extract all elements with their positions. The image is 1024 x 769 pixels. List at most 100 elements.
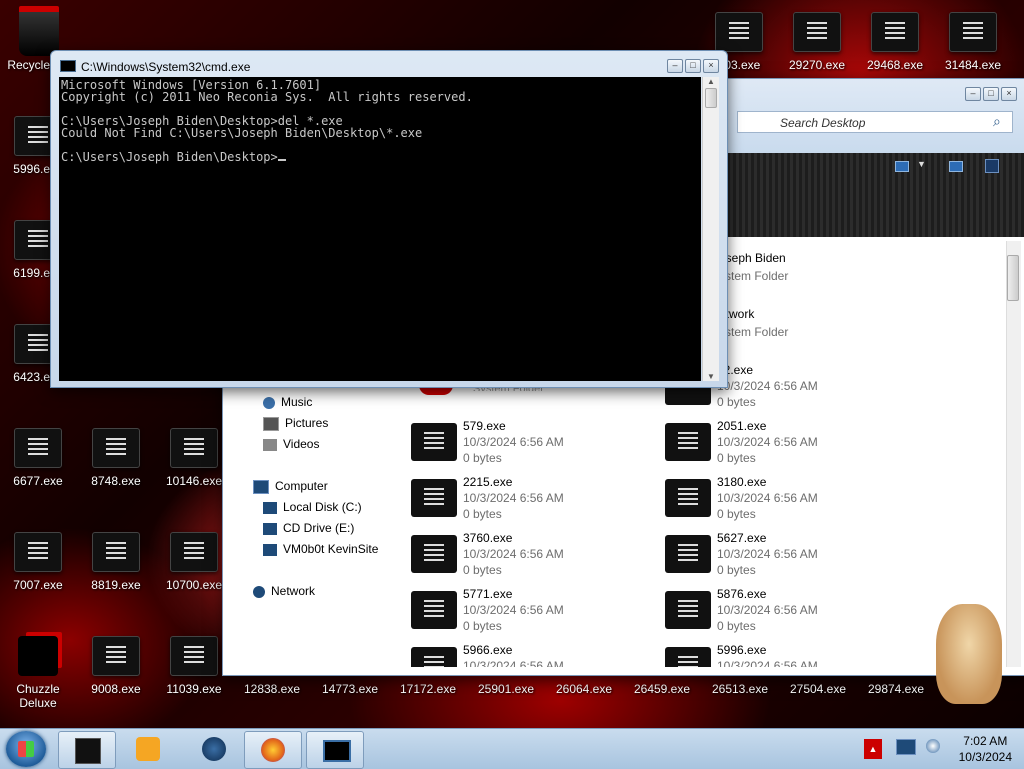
drive-icon [263,501,277,514]
desktop-icon-label: 26064.exe [555,682,613,696]
folder-type: ystem Folder [719,269,789,283]
cmd-scrollbar[interactable]: ▲ ▼ [702,77,719,381]
taskbar-button-browser[interactable] [186,731,242,767]
explorer-icon [75,738,101,764]
system-tray [896,739,940,755]
close-button[interactable]: × [703,59,719,73]
desktop-icon-label: 9008.exe [91,682,141,696]
view-dropdown-icon[interactable]: ▼ [917,159,926,169]
desktop-icon-label: 12838.exe [243,682,301,696]
minimize-button[interactable]: – [965,87,981,101]
help-icon[interactable] [985,159,999,173]
taskbar-button-cmd[interactable] [306,731,364,769]
music-icon [263,396,275,409]
folder-name: etwork [719,307,755,321]
desktop-icon-25901[interactable]: 25901.exe [467,682,545,696]
desktop-icon-26459[interactable]: 26459.exe [623,682,701,696]
nav-item-local-disk[interactable]: Local Disk (C:) [263,500,362,514]
file-item[interactable]: 5771.exe 10/3/2024 6:56 AM 0 bytes [411,587,651,637]
volume-icon[interactable] [926,739,940,753]
nav-item-music[interactable]: Music [263,395,312,409]
desktop-icon-label: 29270.exe [788,58,846,72]
file-item[interactable]: 2051.exe 10/3/2024 6:56 AM 0 bytes [665,419,905,469]
desktop-icon-29270[interactable]: 29270.exe [778,12,856,72]
desktop-icon-label: 25901.exe [477,682,535,696]
exe-file-icon [14,428,62,468]
nav-item-network-drive[interactable]: VM0b0t KevinSite [263,542,378,556]
desktop-icon-26513[interactable]: 26513.exe [701,682,779,696]
nav-item-computer[interactable]: Computer [253,479,328,494]
explorer-scroll-thumb[interactable] [1007,255,1019,301]
file-item[interactable]: 5627.exe 10/3/2024 6:56 AM 0 bytes [665,531,905,581]
exe-file-icon [170,636,218,676]
view-options-icon[interactable] [895,161,909,172]
exe-file-icon [411,423,457,461]
desktop-icon-8748[interactable]: 8748.exe [77,428,155,488]
close-button[interactable]: × [1001,87,1017,101]
scroll-down-icon[interactable]: ▼ [703,372,719,381]
desktop-icon-12838[interactable]: 12838.exe [233,682,311,696]
desktop-icon-label: 6677.exe [13,474,63,488]
taskbar-button-media-player[interactable] [120,731,176,767]
desktop-icon-9008[interactable]: 9008.exe [77,636,155,696]
cmd-titlebar[interactable]: C:\Windows\System32\cmd.exe – □ × [51,51,727,77]
desktop-icon-chuzzle-deluxe[interactable]: Chuzzle Deluxe [0,636,77,710]
text-cursor [277,159,286,161]
console-prompt: C:\Users\Joseph Biden\Desktop> [61,150,278,164]
scroll-up-icon[interactable]: ▲ [703,77,719,86]
taskbar-button-explorer[interactable] [58,731,116,769]
desktop-icon-label: 26513.exe [711,682,769,696]
desktop-icon-6677[interactable]: 6677.exe [0,428,77,488]
console-output[interactable]: Microsoft Windows [Version 6.1.7601] Copy… [59,77,701,381]
clock[interactable]: 7:02 AM 10/3/2024 [959,733,1012,765]
desktop-icon-26064[interactable]: 26064.exe [545,682,623,696]
desktop-icon-29874[interactable]: 29874.exe [857,682,935,696]
file-item[interactable]: 3180.exe 10/3/2024 6:56 AM 0 bytes [665,475,905,525]
explorer-scrollbar[interactable] [1006,241,1021,667]
exe-file-icon [665,423,711,461]
list-item-folder[interactable]: etwork ystem Folder [719,307,788,339]
cmd-scroll-thumb[interactable] [705,88,717,108]
maximize-button[interactable]: □ [983,87,999,101]
window-title: C:\Windows\System32\cmd.exe [81,60,251,74]
exe-file-icon [92,532,140,572]
nav-item-pictures[interactable]: Pictures [263,416,328,431]
desktop-icon-27504[interactable]: 27504.exe [779,682,857,696]
search-icon[interactable]: ⌕ [993,113,1001,130]
network-status-icon[interactable] [896,739,916,755]
nav-item-videos[interactable]: Videos [263,437,319,451]
list-item-folder[interactable]: oseph Biden ystem Folder [719,251,788,283]
nav-item-network[interactable]: Network [253,584,315,598]
hamster-desktop-pet[interactable] [936,604,1002,704]
desktop-icon-31484[interactable]: 31484.exe [934,12,1012,72]
desktop-icon-label: 29874.exe [867,682,925,696]
chuzzle-game-icon [18,636,58,676]
cmd-window[interactable]: C:\Windows\System32\cmd.exe – □ × Micros… [50,50,728,388]
file-item[interactable]: 5876.exe 10/3/2024 6:56 AM 0 bytes [665,587,905,637]
file-item[interactable]: 5996.exe 10/3/2024 6:56 AM [665,643,905,667]
file-item[interactable]: 3760.exe 10/3/2024 6:56 AM 0 bytes [411,531,651,581]
search-input[interactable]: Search Desktop [737,111,1013,133]
taskbar-button-firefox[interactable] [244,731,302,769]
minimize-button[interactable]: – [667,59,683,73]
file-item[interactable]: 579.exe 10/3/2024 6:56 AM 0 bytes [411,419,651,469]
maximize-button[interactable]: □ [685,59,701,73]
desktop-icon-17172[interactable]: 17172.exe [389,682,467,696]
tray-expand-icon[interactable]: ▲ [864,739,882,759]
videos-icon [263,438,277,451]
file-item[interactable]: 5966.exe 10/3/2024 6:56 AM [411,643,651,667]
recycle-bin-icon [19,6,59,56]
file-item[interactable]: 2215.exe 10/3/2024 6:56 AM 0 bytes [411,475,651,525]
network-drive-icon [263,543,277,556]
desktop-icon-14773[interactable]: 14773.exe [311,682,389,696]
preview-pane-icon[interactable] [949,161,963,172]
desktop-icon-29468[interactable]: 29468.exe [856,12,934,72]
exe-file-icon [793,12,841,52]
desktop-icon-label: 27504.exe [789,682,847,696]
folder-name: oseph Biden [719,251,786,265]
desktop-icon-label: 10146.exe [165,474,223,488]
nav-item-cd-drive[interactable]: CD Drive (E:) [263,521,354,535]
desktop-icon-8819[interactable]: 8819.exe [77,532,155,592]
start-button[interactable] [6,731,46,767]
desktop-icon-7007[interactable]: 7007.exe [0,532,77,592]
